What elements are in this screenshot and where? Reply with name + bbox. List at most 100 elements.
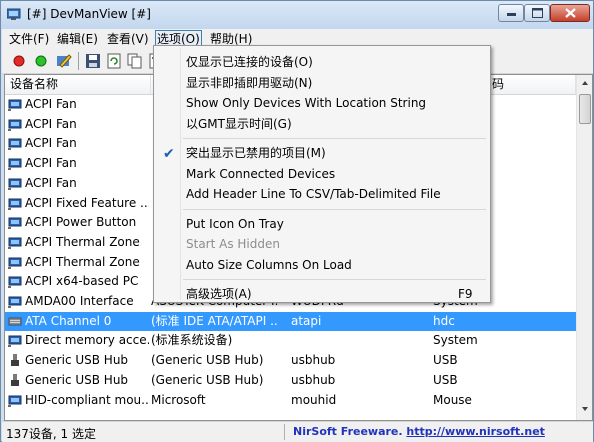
device-icon — [8, 335, 22, 348]
minimize-button[interactable] — [498, 4, 524, 22]
vendor-cell: (Generic USB Hub) — [151, 372, 264, 387]
service-cell: atapi — [291, 313, 322, 328]
device-icon — [8, 395, 22, 407]
table-row[interactable]: Generic USB Hub (Generic USB Hub) usbhub US… — [5, 351, 576, 371]
device-name-cell: AMDA00 Interface — [25, 294, 134, 308]
save-icon[interactable] — [84, 52, 102, 70]
device-icon — [8, 257, 22, 269]
class-cell: USB — [433, 353, 458, 368]
options-menu-item[interactable]: Put Icon On Tray — [156, 214, 488, 234]
enable-green-icon[interactable] — [32, 52, 50, 70]
menu-item-label: Add Header Line To CSV/Tab-Delimited Fil… — [186, 187, 441, 201]
device-icon — [8, 99, 22, 111]
options-menu-item[interactable]: Mark Connected Devices — [156, 164, 488, 184]
menu-item-label: Mark Connected Devices — [186, 166, 336, 181]
edit-icon[interactable] — [55, 52, 73, 70]
menu-item-label: Auto Size Columns On Load — [186, 257, 352, 272]
table-row[interactable]: Generic USB Hub (Generic USB Hub) usbhub US… — [5, 371, 576, 391]
device-icon — [8, 158, 22, 171]
device-name-cell: ACPI Fan — [25, 136, 77, 151]
title-bar[interactable]: [#] DevManView [#] — [1, 1, 593, 29]
device-icon — [8, 296, 22, 308]
device-name-cell: ACPI x64-based PC — [25, 274, 139, 289]
device-name-cell: ATA Channel 0 — [25, 313, 112, 328]
toolbar-separator — [78, 52, 79, 70]
window-title: [#] DevManView [#] — [27, 7, 151, 21]
options-dropdown-menu: 仅显示已连接的设备(O) 显示非即插即用驱动(N) Show Only Device… — [153, 45, 491, 303]
device-name-cell: ACPI Fan — [25, 97, 77, 111]
checkmark-icon: ✔ — [163, 146, 175, 162]
usb-icon — [11, 354, 19, 367]
scroll-up-icon[interactable] — [578, 76, 592, 91]
status-divider — [284, 424, 285, 440]
disable-red-icon[interactable] — [10, 52, 28, 70]
options-menu-item[interactable]: Add Header Line To CSV/Tab-Delimited Fil… — [156, 184, 488, 204]
nirsoft-credit: NirSoft Freeware. http://www.nirsoft.net — [293, 425, 545, 438]
options-menu-item[interactable]: 仅显示已连接的设备(O) — [156, 52, 488, 72]
copy-icon[interactable] — [126, 52, 144, 70]
class-cell: Mouse — [433, 392, 472, 407]
vendor-cell: (Generic USB Hub) — [151, 353, 264, 368]
class-cell: hdc — [433, 313, 455, 328]
usb-icon — [11, 373, 19, 386]
menu-item-label: 仅显示已连接的设备(O) — [186, 55, 313, 69]
options-menu-item[interactable]: 高级选项(A) F9 — [156, 284, 488, 304]
options-menu-item[interactable]: ✔ 突出显示已禁用的项目(M) — [156, 143, 488, 163]
device-name-cell: ACPI Fan — [25, 175, 77, 190]
minimize-icon — [507, 13, 516, 16]
menu-item-label: 高级选项(A) — [186, 287, 252, 301]
options-menu-item[interactable]: Auto Size Columns On Load — [156, 255, 488, 275]
options-menu-item: Start As Hidden — [156, 234, 488, 254]
menu-item-label: 突出显示已禁用的项目(M) — [186, 146, 326, 160]
menu-separator — [183, 279, 486, 280]
table-row[interactable]: HID-compliant mou... Microsoft mouhid Mouse — [5, 391, 576, 411]
app-window: [#] DevManView [#] 文件(F) 编辑(E) 查看(V) 选项(… — [0, 0, 594, 442]
device-icon — [8, 178, 22, 190]
menu-item-label: 以GMT显示时间(G) — [186, 116, 292, 131]
device-name-cell: ACPI Fan — [25, 156, 77, 171]
vertical-scrollbar[interactable] — [576, 75, 592, 420]
class-cell: USB — [433, 372, 458, 387]
device-name-cell: ACPI Thermal Zone — [25, 234, 140, 249]
device-name-cell: HID-compliant mou... — [25, 392, 149, 407]
table-row[interactable]: Direct memory acce... (标准系统设备) System — [5, 331, 576, 351]
scroll-down-icon[interactable] — [578, 401, 592, 416]
refresh-icon[interactable] — [105, 52, 123, 70]
close-icon — [565, 8, 576, 18]
table-row[interactable]: ATA Channel 0 (标准 IDE ATA/ATAPI ... atapi h… — [5, 311, 576, 332]
menu-edit[interactable]: 编辑(E) — [56, 31, 99, 47]
menu-file[interactable]: 文件(F) — [8, 31, 50, 47]
options-menu-item[interactable]: Show Only Devices With Location String — [156, 93, 488, 113]
device-name-cell: Generic USB Hub — [25, 372, 129, 387]
menu-item-shortcut: F9 — [458, 287, 473, 301]
service-cell: usbhub — [291, 372, 336, 387]
options-menu-item[interactable]: 显示非即插即用驱动(N) — [156, 73, 488, 93]
device-name-cell: ACPI Thermal Zone — [25, 254, 140, 269]
device-icon — [8, 119, 22, 131]
vendor-cell: Microsoft — [151, 392, 206, 407]
menu-separator — [183, 138, 486, 139]
scroll-thumb[interactable] — [579, 94, 591, 124]
device-icon — [8, 198, 22, 210]
nirsoft-link[interactable]: http://www.nirsoft.net — [406, 425, 545, 438]
menu-item-label: Start As Hidden — [186, 237, 280, 251]
column-header-4[interactable]: 码 — [487, 75, 576, 94]
vendor-cell: (标准 IDE ATA/ATAPI ... — [151, 313, 277, 328]
status-bar: 137设备, 1 选定 NirSoft Freeware. http://www… — [2, 421, 593, 442]
maximize-button[interactable] — [524, 4, 550, 22]
vendor-cell: (标准系统设备) — [151, 333, 233, 348]
menu-view[interactable]: 查看(V) — [106, 31, 150, 47]
menu-item-label: Show Only Devices With Location String — [186, 96, 427, 110]
ide-channel-icon — [8, 317, 22, 326]
menu-item-label: Put Icon On Tray — [186, 216, 284, 231]
options-menu-item[interactable]: 以GMT显示时间(G) — [156, 114, 488, 134]
device-icon — [8, 217, 22, 230]
class-cell: System — [433, 333, 478, 348]
close-button[interactable] — [550, 4, 590, 22]
device-name-cell: Generic USB Hub — [25, 353, 129, 368]
app-icon — [7, 8, 21, 20]
device-icon — [8, 138, 22, 151]
device-icon — [8, 237, 22, 249]
column-header-device-name[interactable]: 设备名称 — [5, 75, 151, 94]
maximize-icon — [532, 8, 543, 18]
